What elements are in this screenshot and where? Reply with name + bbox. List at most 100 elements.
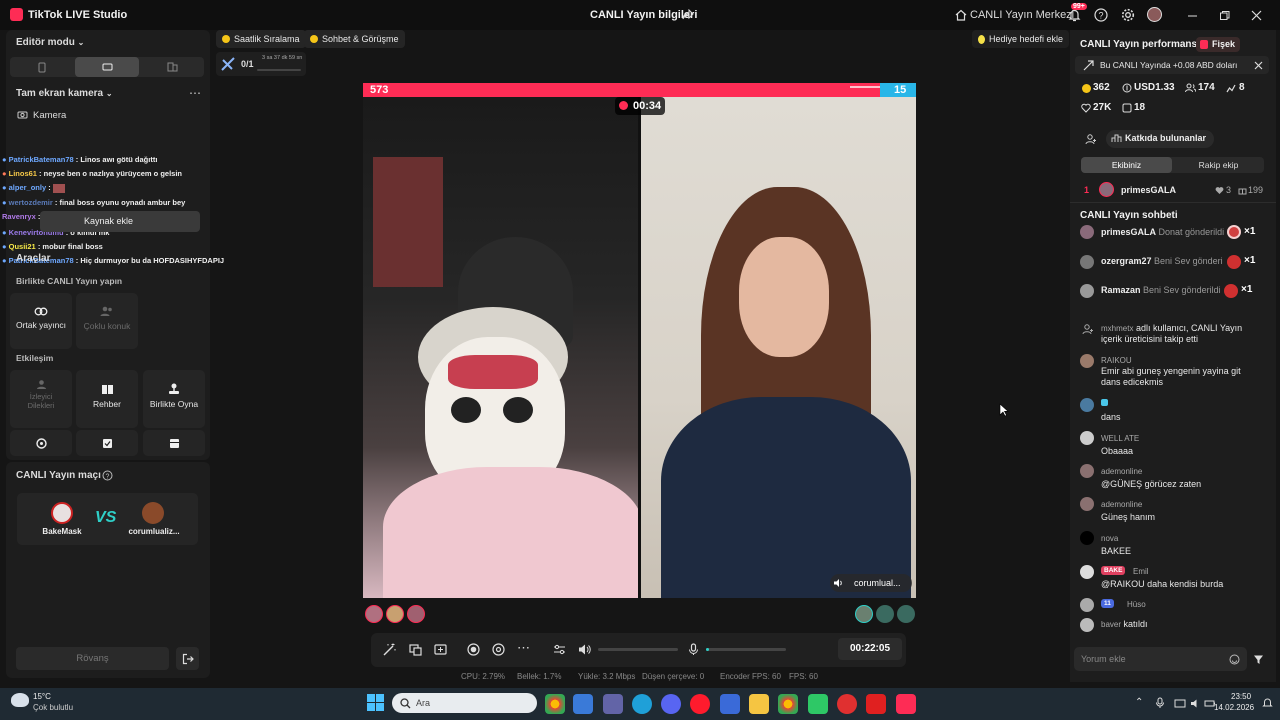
avatar[interactable]	[386, 605, 404, 623]
mic-tray-icon[interactable]	[1154, 697, 1166, 709]
avatar	[1080, 565, 1094, 579]
camera-source[interactable]: Kamera	[33, 110, 66, 121]
tool-tile[interactable]	[143, 430, 205, 456]
gift-goal-chip[interactable]: Hediye hedefi ekle	[972, 30, 1070, 48]
gift-message: ozergram27 Beni Sev gönderi	[1101, 256, 1223, 266]
volume-slider[interactable]	[598, 648, 678, 651]
live-center-button[interactable]: CANLI Yayın Merkezi	[970, 9, 1074, 27]
discord-icon[interactable]	[661, 694, 681, 714]
scene-dropdown[interactable]: Tam ekran kamera ⌄	[16, 88, 113, 99]
multi-guest-button[interactable]: Çoklu konuk	[76, 293, 138, 349]
match-title: CANLI Yayın maçı	[16, 470, 101, 481]
face-shape	[739, 237, 829, 357]
add-scene-icon[interactable]	[433, 642, 447, 656]
tool-tile[interactable]	[76, 430, 138, 456]
avatar[interactable]	[897, 605, 915, 623]
editor-mode-dropdown[interactable]: Editör modu ⌄	[16, 37, 84, 48]
gift-count: ×1	[1241, 284, 1253, 295]
youtube-icon[interactable]	[866, 694, 886, 714]
teams-icon[interactable]	[603, 694, 623, 714]
opera-icon[interactable]	[690, 694, 710, 714]
help-icon[interactable]: ?	[102, 470, 113, 481]
chrome-icon[interactable]	[545, 694, 565, 714]
contributors-button[interactable]: Katkıda bulunanlar	[1106, 130, 1215, 148]
clip-icon[interactable]	[491, 642, 505, 656]
share-icon[interactable]	[681, 8, 695, 22]
mail-icon[interactable]	[720, 694, 740, 714]
chat-message: dans	[1101, 412, 1121, 422]
landscape-toggle[interactable]	[75, 57, 139, 77]
hourly-ranking-chip[interactable]: Saatlik Sıralama	[216, 30, 306, 48]
play-together-button[interactable]: Birlikte Oyna	[143, 370, 205, 428]
app-name: TikTok LIVE Studio	[28, 9, 128, 21]
emoji-icon[interactable]	[1229, 654, 1240, 665]
sliders-icon[interactable]	[552, 642, 566, 656]
avatar[interactable]	[1147, 7, 1162, 22]
chat-meet-chip[interactable]: Sohbet & Görüşme	[304, 30, 405, 48]
avatar	[1080, 354, 1094, 368]
tab-rival-team[interactable]: Rakip ekip	[1173, 157, 1264, 173]
speaker-tray-icon[interactable]	[1190, 697, 1202, 709]
avatar[interactable]	[407, 605, 425, 623]
tiktok-icon[interactable]	[896, 694, 916, 714]
clock-time: 23:50	[1231, 692, 1252, 701]
guide-button[interactable]: Rehber	[76, 370, 138, 428]
avatar[interactable]	[365, 605, 383, 623]
goal-progress	[257, 69, 301, 71]
more-icon[interactable]: ⋯	[517, 640, 530, 656]
record-icon[interactable]	[466, 642, 480, 656]
taskbar-search[interactable]	[392, 693, 537, 713]
speaker-icon[interactable]	[833, 578, 843, 588]
close-icon[interactable]	[1253, 60, 1263, 70]
joystick-icon	[168, 382, 181, 395]
network-icon[interactable]	[1174, 697, 1186, 709]
avatar[interactable]	[876, 605, 894, 623]
player2-name: corumlualiz...	[128, 527, 180, 536]
dual-layout-toggle[interactable]	[140, 57, 204, 77]
chevron-up-icon[interactable]: ⌃	[1135, 697, 1143, 708]
search-icon	[399, 697, 411, 709]
checklist-icon	[101, 437, 113, 449]
gear-icon[interactable]	[1120, 7, 1135, 22]
goal-count: 0/1	[241, 59, 254, 69]
gift-icon	[1238, 186, 1247, 195]
chevron-down-icon: ⌄	[77, 38, 85, 47]
exit-icon[interactable]	[176, 647, 199, 670]
avatar	[1080, 464, 1094, 478]
magic-wand-icon[interactable]	[382, 642, 396, 656]
minimize-icon[interactable]	[1185, 8, 1199, 22]
rematch-button[interactable]: Rövanş	[16, 647, 169, 670]
tab-your-team[interactable]: Ekibiniz	[1081, 157, 1172, 173]
chat-line: ● alper_only :	[2, 183, 65, 193]
user-plus-icon[interactable]	[1085, 133, 1097, 145]
close-icon[interactable]	[1249, 8, 1263, 22]
scene-label: Tam ekran kamera	[16, 88, 104, 99]
app-icon[interactable]	[808, 694, 828, 714]
tool-tile[interactable]	[10, 430, 72, 456]
cohost-button[interactable]: Ortak yayıncı	[10, 293, 72, 349]
earnings-text: Bu CANLI Yayında +0.08 ABD doları	[1100, 60, 1238, 70]
filter-icon[interactable]	[1253, 654, 1264, 665]
help-icon[interactable]: ?	[1093, 7, 1108, 22]
edge-icon[interactable]	[632, 694, 652, 714]
lightbulb-icon	[978, 34, 985, 44]
goal-widget[interactable]: 0/1 3 sa 37 dk 59 sn	[216, 52, 306, 76]
volume-icon[interactable]	[577, 642, 591, 656]
avatar[interactable]	[855, 605, 873, 623]
app-icon[interactable]	[837, 694, 857, 714]
restore-icon[interactable]	[1217, 8, 1231, 22]
more-options-icon[interactable]: ⋯	[189, 86, 201, 100]
switch-camera-icon[interactable]	[408, 642, 422, 656]
viewer-wishes-button[interactable]: İzleyici Dilekleri	[10, 370, 72, 428]
microphone-icon[interactable]	[686, 642, 700, 656]
portrait-toggle[interactable]	[10, 57, 74, 77]
windows-start-icon[interactable]	[367, 694, 384, 711]
chrome-icon[interactable]	[778, 694, 798, 714]
folder-icon[interactable]	[749, 694, 769, 714]
store-icon[interactable]	[573, 694, 593, 714]
add-source-tooltip[interactable]: Kaynak ekle	[40, 211, 200, 232]
mic-slider[interactable]	[706, 648, 786, 651]
notification-tray-icon[interactable]	[1262, 697, 1273, 708]
chat-title: CANLI Yayın sohbeti	[1080, 210, 1178, 221]
mouse-cursor	[999, 403, 1009, 417]
